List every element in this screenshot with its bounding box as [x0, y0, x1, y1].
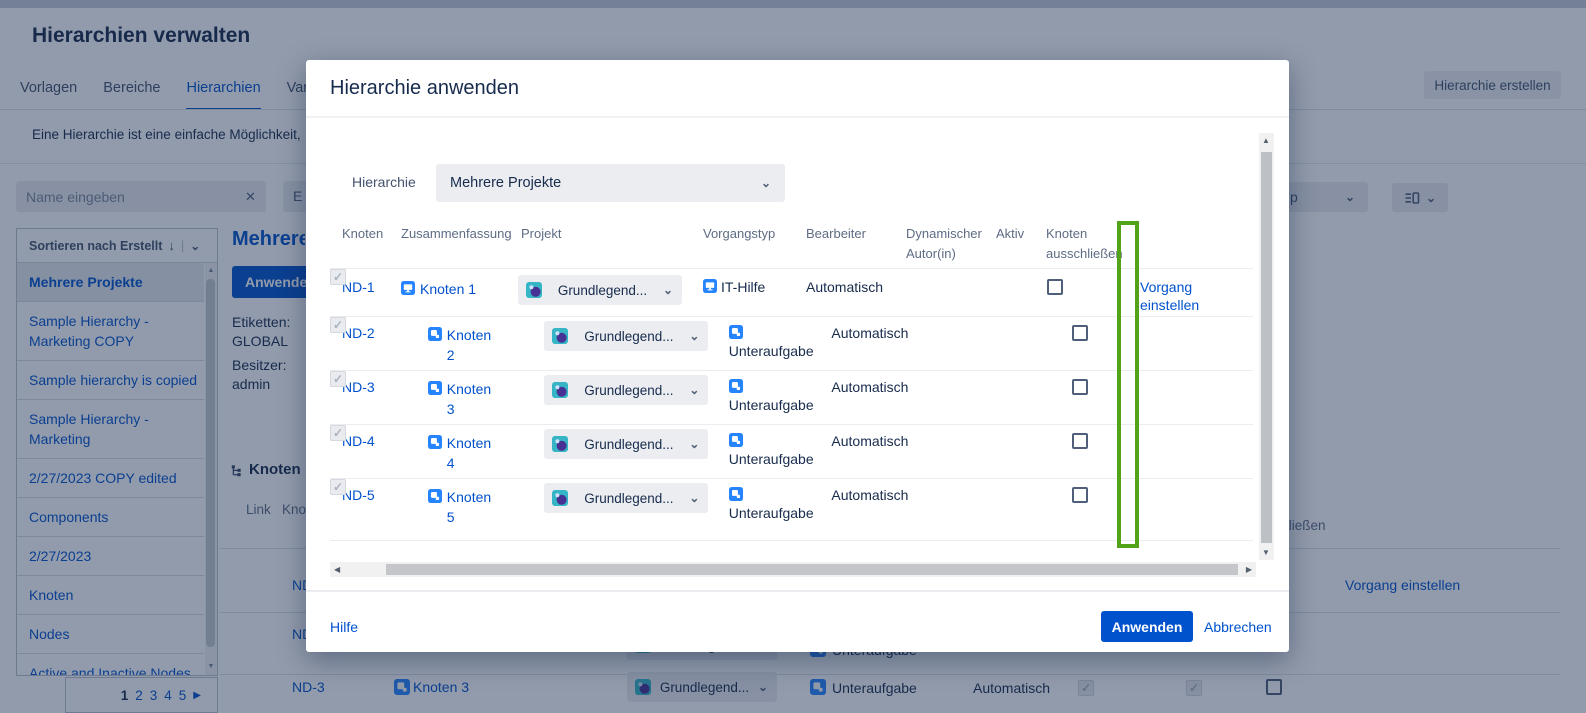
scroll-left-icon[interactable]: ◀	[334, 565, 340, 574]
project-dropdown[interactable]: Grundlegend... ⌄	[544, 483, 708, 513]
active-checkbox[interactable]	[330, 425, 346, 441]
col-action	[1140, 224, 1229, 268]
scrollbar-thumb[interactable]	[386, 564, 1238, 575]
chevron-down-icon: ⌄	[761, 177, 771, 189]
project-dropdown[interactable]: Grundlegend... ⌄	[544, 429, 708, 459]
subtask-icon	[428, 489, 442, 503]
dialog-header: Hierarchie anwenden	[306, 60, 1289, 118]
project-value: Grundlegend...	[584, 437, 673, 452]
col-bearbeiter: Bearbeiter	[806, 224, 906, 268]
issue-key-link[interactable]: ND-4	[342, 433, 375, 449]
apply-button[interactable]: Anwenden	[1101, 611, 1193, 642]
help-link[interactable]: Hilfe	[330, 619, 358, 635]
table-header: Knoten Zusammenfassung Projekt Vorgangst…	[330, 224, 1253, 268]
col-knoten: Knoten	[330, 224, 401, 268]
active-checkbox[interactable]	[330, 269, 346, 285]
screen: Hierarchien verwalten Hierarchie erstell…	[0, 0, 1586, 713]
table-row: ND-3 Knoten 3 Grundlegend... ⌄ Unteraufg…	[330, 370, 1253, 424]
exclude-node-checkbox[interactable]	[1072, 379, 1088, 395]
it-help-icon	[703, 279, 717, 293]
assignee-value: Automatisch	[831, 379, 908, 395]
issue-key-link[interactable]: ND-3	[342, 379, 375, 395]
table-row: ND-1 Knoten 1 Grundlegend... ⌄ IT-Hilfe	[330, 268, 1253, 316]
issue-type-label: IT-Hilfe	[721, 279, 765, 296]
exclude-node-checkbox[interactable]	[1047, 279, 1063, 295]
scroll-down-icon[interactable]: ▼	[1262, 548, 1270, 557]
dialog-title: Hierarchie anwenden	[330, 77, 519, 100]
assignee-value: Automatisch	[831, 325, 908, 341]
summary-link[interactable]: Knoten 4	[447, 433, 501, 473]
table-row: ND-4 Knoten 4 Grundlegend... ⌄ Unteraufg…	[330, 424, 1253, 478]
issue-key-link[interactable]: ND-5	[342, 487, 375, 503]
chevron-down-icon: ⌄	[689, 438, 699, 450]
dialog-footer: Hilfe Anwenden Abbrechen	[306, 590, 1289, 652]
scroll-up-icon[interactable]: ▲	[1262, 136, 1270, 145]
cancel-button[interactable]: Abbrechen	[1204, 619, 1272, 635]
set-issue-link[interactable]: Vorgang einstellen	[1140, 279, 1199, 313]
chevron-down-icon: ⌄	[689, 384, 699, 396]
issue-type-label: Unteraufgabe	[729, 505, 814, 522]
subtask-icon	[729, 433, 743, 447]
hierarchy-label: Hierarchie	[352, 174, 416, 190]
project-avatar-icon	[552, 490, 568, 506]
active-checkbox[interactable]	[330, 371, 346, 387]
project-value: Grundlegend...	[584, 491, 673, 506]
project-avatar-icon	[552, 328, 568, 344]
annotation-rectangle	[1117, 221, 1139, 548]
node-table: ND-1 Knoten 1 Grundlegend... ⌄ IT-Hilfe	[330, 268, 1253, 541]
subtask-icon	[729, 487, 743, 501]
active-checkbox[interactable]	[330, 317, 346, 333]
active-checkbox[interactable]	[330, 479, 346, 495]
subtask-icon	[428, 435, 442, 449]
modal-horizontal-scrollbar[interactable]: ◀ ▶	[330, 562, 1256, 577]
col-dynamischer-autor: Dynamischer Autor(in)	[906, 224, 996, 268]
issue-type-label: Unteraufgabe	[729, 451, 814, 468]
scrollbar-thumb[interactable]	[1261, 152, 1272, 543]
assignee-value: Automatisch	[831, 433, 908, 449]
assignee-value: Automatisch	[831, 487, 908, 503]
col-aktiv: Aktiv	[996, 224, 1046, 268]
subtask-icon	[729, 379, 743, 393]
project-avatar-icon	[552, 436, 568, 452]
summary-link[interactable]: Knoten 3	[447, 379, 501, 419]
exclude-node-checkbox[interactable]	[1072, 325, 1088, 341]
subtask-icon	[729, 325, 743, 339]
hierarchy-select[interactable]: Mehrere Projekte ⌄	[436, 164, 785, 202]
issue-key-link[interactable]: ND-2	[342, 325, 375, 341]
exclude-node-checkbox[interactable]	[1072, 487, 1088, 503]
table-row: ND-2 Knoten 2 Grundlegend... ⌄ Unteraufg…	[330, 316, 1253, 370]
chevron-down-icon: ⌄	[689, 492, 699, 504]
it-help-icon	[401, 281, 415, 295]
assignee-value: Automatisch	[806, 279, 883, 295]
summary-link[interactable]: Knoten 5	[447, 487, 501, 527]
scroll-right-icon[interactable]: ▶	[1246, 565, 1252, 574]
hierarchy-select-value: Mehrere Projekte	[450, 175, 561, 191]
project-value: Grundlegend...	[558, 283, 647, 298]
project-dropdown[interactable]: Grundlegend... ⌄	[544, 321, 708, 351]
issue-type-label: Unteraufgabe	[729, 343, 814, 360]
summary-link[interactable]: Knoten 1	[420, 279, 476, 299]
col-vorgangstyp: Vorgangstyp	[701, 224, 806, 268]
project-value: Grundlegend...	[584, 383, 673, 398]
project-dropdown[interactable]: Grundlegend... ⌄	[544, 375, 708, 405]
chevron-down-icon: ⌄	[689, 330, 699, 342]
subtask-icon	[428, 381, 442, 395]
project-dropdown[interactable]: Grundlegend... ⌄	[518, 275, 682, 305]
chevron-down-icon: ⌄	[663, 284, 673, 296]
summary-link[interactable]: Knoten 2	[447, 325, 501, 365]
issue-key-link[interactable]: ND-1	[342, 279, 375, 295]
subtask-icon	[428, 327, 442, 341]
exclude-node-checkbox[interactable]	[1072, 433, 1088, 449]
col-projekt: Projekt	[518, 224, 701, 268]
project-avatar-icon	[552, 382, 568, 398]
project-avatar-icon	[526, 282, 542, 298]
modal-vertical-scrollbar[interactable]: ▲ ▼	[1259, 133, 1274, 560]
issue-type-label: Unteraufgabe	[729, 397, 814, 414]
col-zusammenfassung: Zusammenfassung	[401, 224, 518, 268]
table-row: ND-5 Knoten 5 Grundlegend... ⌄ Unteraufg…	[330, 478, 1253, 541]
project-value: Grundlegend...	[584, 329, 673, 344]
